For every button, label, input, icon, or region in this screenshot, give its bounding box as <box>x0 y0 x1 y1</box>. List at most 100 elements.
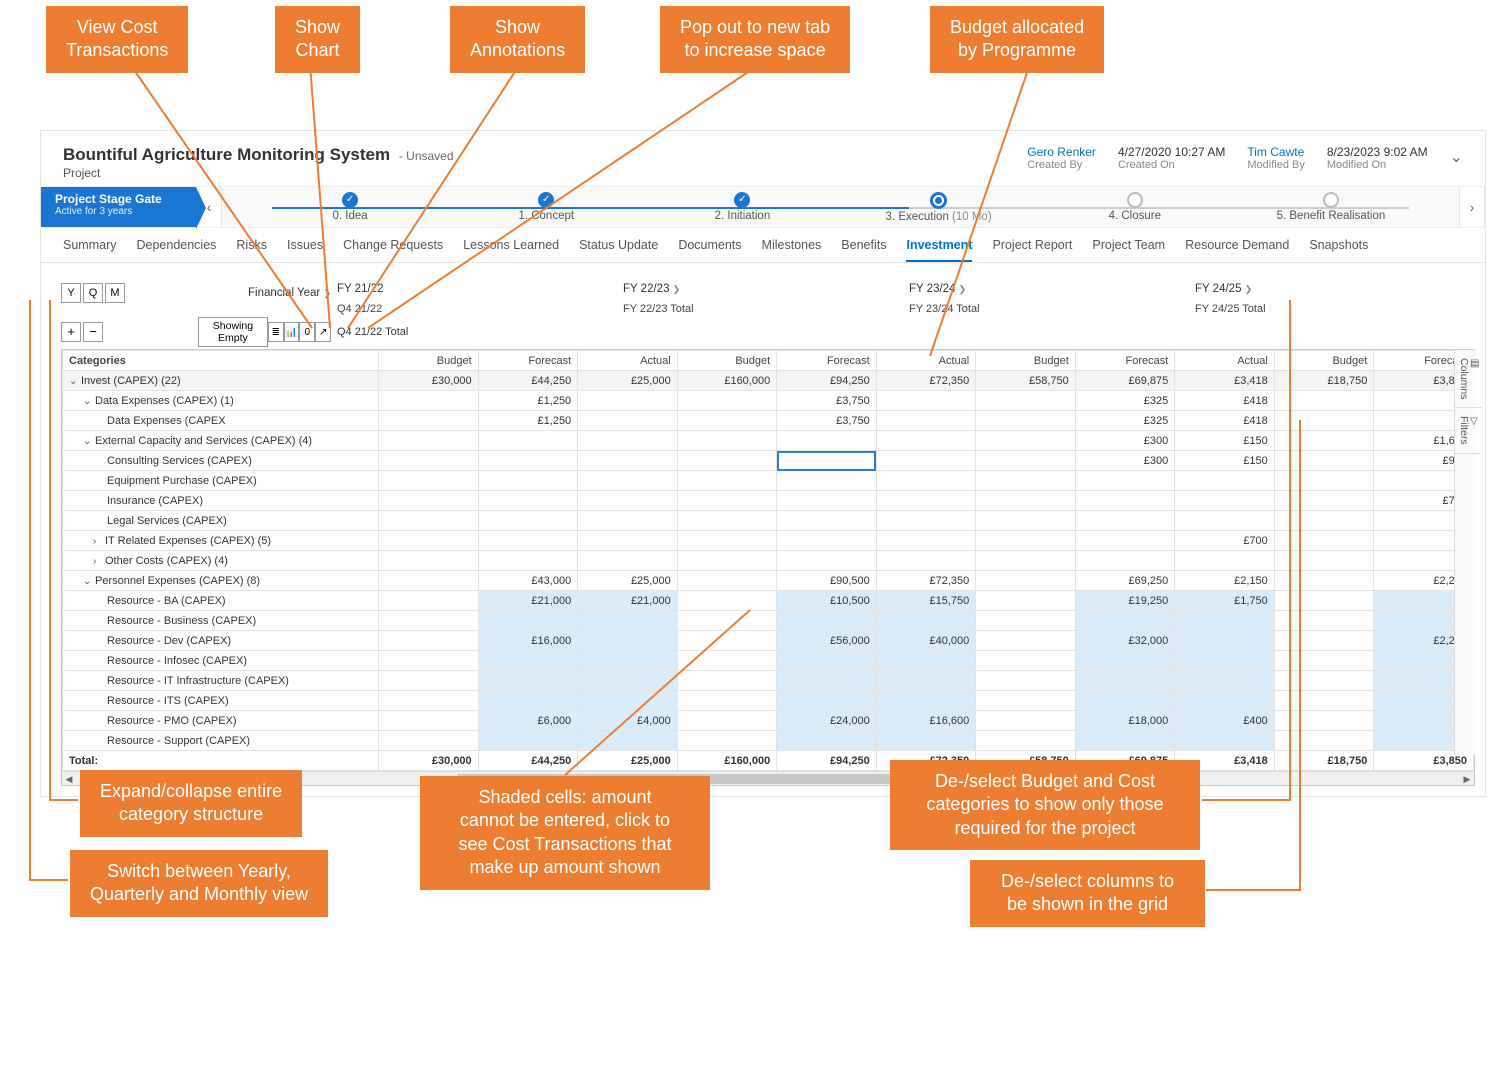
value-cell[interactable] <box>677 411 777 431</box>
value-cell[interactable] <box>876 411 976 431</box>
value-cell[interactable] <box>578 691 678 711</box>
value-cell[interactable] <box>1075 471 1175 491</box>
value-cell[interactable] <box>677 731 777 751</box>
tab-benefits[interactable]: Benefits <box>841 238 886 262</box>
value-cell[interactable] <box>976 551 1076 571</box>
value-cell[interactable] <box>478 431 578 451</box>
value-cell[interactable] <box>1075 671 1175 691</box>
value-cell[interactable]: £30,000 <box>379 371 479 391</box>
value-cell[interactable] <box>379 711 479 731</box>
value-cell[interactable] <box>777 611 877 631</box>
value-cell[interactable]: £58,750 <box>976 371 1076 391</box>
header-meta-value[interactable]: Gero Renker <box>1027 145 1096 159</box>
value-cell[interactable] <box>1075 731 1175 751</box>
value-cell[interactable]: £24,000 <box>777 711 877 731</box>
value-cell[interactable] <box>478 611 578 631</box>
value-cell[interactable] <box>379 471 479 491</box>
value-cell[interactable]: £90,500 <box>777 571 877 591</box>
expand-all-button[interactable]: + <box>61 322 81 342</box>
tab-investment[interactable]: Investment <box>906 238 972 262</box>
value-cell[interactable]: £15,750 <box>876 591 976 611</box>
value-cell[interactable] <box>478 551 578 571</box>
value-cell[interactable] <box>1175 611 1275 631</box>
value-cell[interactable] <box>1274 471 1374 491</box>
value-cell[interactable] <box>976 491 1076 511</box>
value-cell[interactable] <box>1274 451 1374 471</box>
value-cell[interactable] <box>677 391 777 411</box>
value-cell[interactable]: £4,000 <box>578 711 678 731</box>
value-cell[interactable] <box>1274 671 1374 691</box>
value-cell[interactable] <box>976 611 1076 631</box>
value-cell[interactable] <box>677 611 777 631</box>
value-cell[interactable] <box>876 491 976 511</box>
value-cell[interactable] <box>578 411 678 431</box>
value-cell[interactable] <box>777 551 877 571</box>
value-cell[interactable] <box>478 531 578 551</box>
value-cell[interactable] <box>1175 631 1275 651</box>
value-cell[interactable] <box>976 591 1076 611</box>
category-cell[interactable]: Resource - Business (CAPEX) <box>63 611 379 631</box>
category-cell[interactable]: Resource - Infosec (CAPEX) <box>63 651 379 671</box>
scroll-right-icon[interactable]: ▶ <box>1460 772 1474 786</box>
popout-button[interactable]: ↗ <box>315 322 331 342</box>
tab-documents[interactable]: Documents <box>678 238 741 262</box>
column-header-budget[interactable]: Budget <box>379 351 479 371</box>
value-cell[interactable] <box>777 671 877 691</box>
value-cell[interactable] <box>1175 691 1275 711</box>
value-cell[interactable] <box>976 471 1076 491</box>
stage-4-closure[interactable]: 4. Closure <box>1037 192 1233 223</box>
value-cell[interactable] <box>379 611 479 631</box>
category-cell[interactable]: ⌄Invest (CAPEX) (22) <box>63 371 379 391</box>
value-cell[interactable] <box>478 691 578 711</box>
value-cell[interactable] <box>677 711 777 731</box>
value-cell[interactable] <box>677 471 777 491</box>
value-cell[interactable]: £10,500 <box>777 591 877 611</box>
value-cell[interactable] <box>478 731 578 751</box>
value-cell[interactable] <box>379 511 479 531</box>
value-cell[interactable] <box>379 671 479 691</box>
category-cell[interactable]: Insurance (CAPEX) <box>63 491 379 511</box>
value-cell[interactable] <box>976 711 1076 731</box>
tab-snapshots[interactable]: Snapshots <box>1309 238 1368 262</box>
tab-summary[interactable]: Summary <box>63 238 116 262</box>
showing-empty-toggle[interactable]: Showing Empty <box>198 317 268 347</box>
value-cell[interactable] <box>1274 551 1374 571</box>
value-cell[interactable] <box>578 611 678 631</box>
category-cell[interactable]: Resource - ITS (CAPEX) <box>63 691 379 711</box>
value-cell[interactable] <box>578 651 678 671</box>
value-cell[interactable]: £160,000 <box>677 371 777 391</box>
value-cell[interactable] <box>379 691 479 711</box>
category-cell[interactable]: ⌄Personnel Expenses (CAPEX) (8) <box>63 571 379 591</box>
value-cell[interactable] <box>1274 431 1374 451</box>
value-cell[interactable] <box>379 651 479 671</box>
value-cell[interactable] <box>976 451 1076 471</box>
category-cell[interactable]: Resource - PMO (CAPEX) <box>63 711 379 731</box>
value-cell[interactable]: £1,250 <box>478 411 578 431</box>
value-cell[interactable] <box>677 431 777 451</box>
collapse-all-button[interactable]: − <box>83 322 103 342</box>
value-cell[interactable]: £300 <box>1075 431 1175 451</box>
fy-header[interactable]: FY 21/22 <box>331 283 617 303</box>
value-cell[interactable] <box>976 431 1076 451</box>
fy-header[interactable]: FY 22/23 ❯ <box>617 283 903 303</box>
value-cell[interactable] <box>1175 471 1275 491</box>
tab-lessons-learned[interactable]: Lessons Learned <box>463 238 559 262</box>
value-cell[interactable] <box>976 731 1076 751</box>
column-header-forecast[interactable]: Forecast <box>777 351 877 371</box>
category-cell[interactable]: Data Expenses (CAPEX <box>63 411 379 431</box>
value-cell[interactable]: £16,000 <box>478 631 578 651</box>
category-cell[interactable]: ⌄Data Expenses (CAPEX) (1) <box>63 391 379 411</box>
value-cell[interactable] <box>976 571 1076 591</box>
value-cell[interactable] <box>677 651 777 671</box>
value-cell[interactable] <box>976 391 1076 411</box>
value-cell[interactable]: £3,750 <box>777 391 877 411</box>
column-header-budget[interactable]: Budget <box>976 351 1076 371</box>
fy-header[interactable]: FY 24/25 ❯ <box>1189 283 1475 303</box>
value-cell[interactable] <box>578 491 678 511</box>
period-month-button[interactable]: M <box>105 283 125 303</box>
show-chart-button[interactable]: 📊 <box>284 322 300 342</box>
column-header-budget[interactable]: Budget <box>677 351 777 371</box>
value-cell[interactable]: £418 <box>1175 391 1275 411</box>
value-cell[interactable] <box>578 391 678 411</box>
value-cell[interactable] <box>1075 691 1175 711</box>
